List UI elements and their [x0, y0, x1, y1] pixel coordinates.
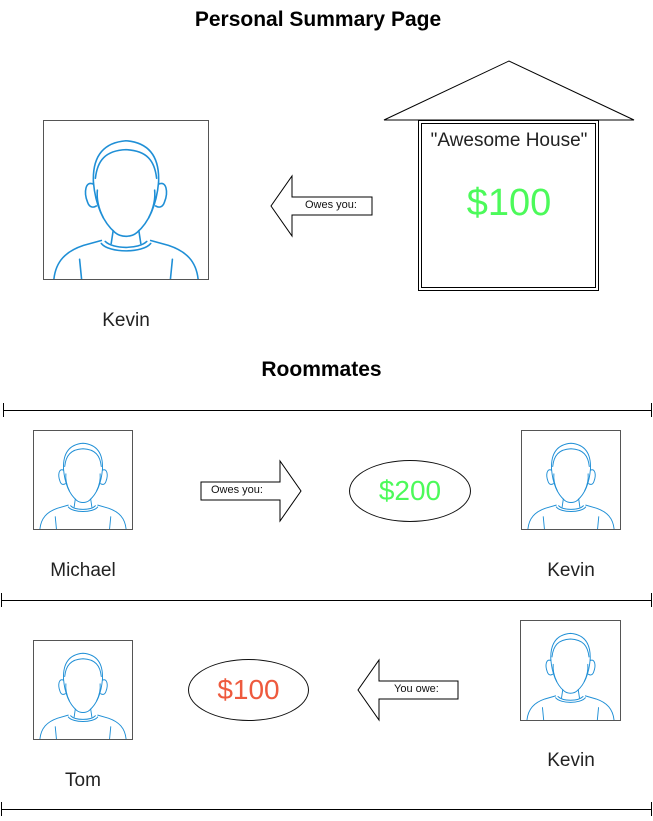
arrow-label: You owe: — [394, 683, 439, 695]
house-amount: $100 — [466, 182, 552, 224]
avatar-michael[interactable] — [33, 430, 133, 530]
roommate-name-tom: Tom — [65, 770, 101, 791]
divider-tick — [651, 593, 652, 607]
house-icon — [383, 60, 635, 291]
arrow-label: Owes you: — [305, 199, 357, 211]
divider-tick — [1, 593, 2, 607]
person-icon — [527, 442, 615, 529]
person-icon — [39, 442, 127, 529]
arrow-label: Owes you: — [211, 484, 263, 496]
divider-tick — [651, 403, 652, 417]
avatar-kevin-summary[interactable] — [43, 120, 209, 280]
roommates-heading: Roommates — [261, 358, 382, 381]
amount-oval-row1: $200 — [349, 460, 471, 522]
house-name: "Awesome House" — [430, 130, 588, 151]
person-icon — [53, 139, 199, 279]
you-owe-arrow-row2: You owe: — [357, 658, 459, 722]
amount-oval-row2: $100 — [188, 659, 309, 721]
avatar-kevin-row1[interactable] — [521, 430, 621, 530]
divider-tick — [3, 403, 4, 417]
roommate-name-michael: Michael — [50, 560, 116, 581]
person-icon — [39, 652, 127, 739]
house[interactable]: "Awesome House" $100 — [383, 60, 635, 292]
roommate-name-kevin-row2: Kevin — [547, 750, 595, 771]
roommate-name-kevin-row1: Kevin — [547, 560, 595, 581]
divider-bottom — [1, 809, 652, 810]
divider-middle — [1, 600, 652, 601]
owes-you-arrow: Owes you: — [270, 174, 374, 238]
owes-you-arrow-row1: Owes you: — [200, 459, 302, 523]
summary-person-name: Kevin — [102, 310, 150, 331]
person-icon — [526, 632, 615, 720]
avatar-tom[interactable] — [33, 640, 133, 740]
avatar-kevin-row2[interactable] — [520, 620, 621, 721]
divider-top — [3, 410, 652, 411]
divider-tick — [651, 802, 652, 816]
page-title: Personal Summary Page — [194, 8, 442, 31]
divider-tick — [1, 802, 2, 816]
